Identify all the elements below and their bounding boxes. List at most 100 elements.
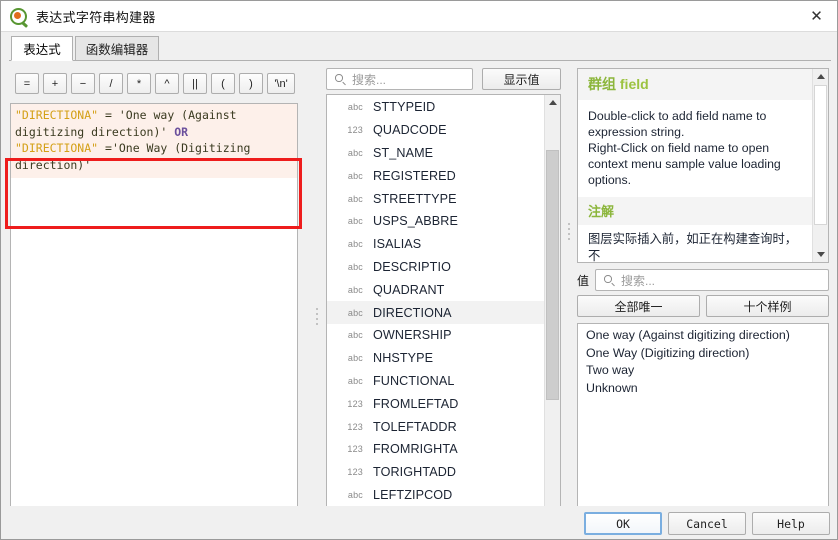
operator-concat-button[interactable]: || bbox=[183, 73, 207, 94]
cancel-button[interactable]: Cancel bbox=[668, 512, 746, 535]
field-type-icon: abc bbox=[347, 489, 363, 500]
help-scrollbar-thumb[interactable] bbox=[814, 85, 827, 225]
tab-bar: 表达式 函数编辑器 bbox=[1, 32, 837, 61]
help-scroll-down-icon[interactable] bbox=[813, 247, 828, 262]
field-type-icon: abc bbox=[347, 284, 363, 295]
help-group-heading-en: field bbox=[619, 76, 649, 92]
field-search-input[interactable]: 搜索... bbox=[326, 68, 473, 90]
value-list-item[interactable]: Two way bbox=[578, 362, 828, 380]
field-name-label: TORIGHTADD bbox=[373, 465, 457, 480]
all-unique-button[interactable]: 全部唯一 bbox=[577, 295, 700, 317]
field-search-placeholder: 搜索... bbox=[352, 72, 387, 87]
field-list-item[interactable]: 123 FROMRIGHTA bbox=[327, 438, 544, 461]
field-name-label: ISALIAS bbox=[373, 237, 422, 252]
values-search-placeholder: 搜索... bbox=[621, 273, 656, 288]
qgis-logo-icon bbox=[10, 7, 29, 28]
right-splitter-handle[interactable] bbox=[566, 201, 572, 261]
field-type-icon: 123 bbox=[347, 467, 363, 478]
operator-power-button[interactable]: ^ bbox=[155, 73, 179, 94]
scroll-up-icon[interactable] bbox=[545, 95, 560, 110]
values-list[interactable]: One way (Against digitizing direction) On… bbox=[577, 323, 829, 515]
help-panel-scrollbar[interactable] bbox=[812, 69, 828, 262]
field-type-icon: abc bbox=[347, 102, 363, 113]
field-list-item[interactable]: abc ISALIAS bbox=[327, 233, 544, 256]
field-name-label: FUNCTIONAL bbox=[373, 373, 455, 388]
field-name-label: OWNERSHIP bbox=[373, 328, 452, 343]
ok-button[interactable]: OK bbox=[584, 512, 662, 535]
show-values-button[interactable]: 显示值 bbox=[482, 68, 561, 90]
operator-minus-button[interactable]: − bbox=[71, 73, 95, 94]
help-scroll-up-icon[interactable] bbox=[813, 69, 828, 84]
values-label: 值 bbox=[577, 273, 590, 288]
field-list-item[interactable]: abc ST_NAME bbox=[327, 142, 544, 165]
field-type-icon: abc bbox=[347, 239, 363, 250]
field-list-item[interactable]: abc STTYPEID bbox=[327, 96, 544, 119]
field-list-item[interactable]: abc DESCRIPTIO bbox=[327, 256, 544, 279]
operator-divide-button[interactable]: / bbox=[99, 73, 123, 94]
field-name-label: ST_NAME bbox=[373, 145, 434, 160]
tab-function-editor[interactable]: 函数编辑器 bbox=[75, 36, 159, 61]
field-name-label: STTYPEID bbox=[373, 100, 436, 115]
expression-token-field: "DIRECTIONA" bbox=[15, 108, 99, 122]
help-note-text: 图层实际插入前，如正在构建查询时，不 bbox=[588, 232, 798, 263]
scrollbar-thumb[interactable] bbox=[546, 150, 559, 400]
left-splitter-handle[interactable] bbox=[314, 101, 320, 531]
field-type-icon: 123 bbox=[347, 398, 363, 409]
field-list-item[interactable]: 123 FROMLEFTAD bbox=[327, 392, 544, 415]
field-name-label: FROMLEFTAD bbox=[373, 396, 459, 411]
tab-expression[interactable]: 表达式 bbox=[11, 36, 73, 61]
field-name-label: NHSTYPE bbox=[373, 351, 434, 366]
help-button[interactable]: Help bbox=[752, 512, 830, 535]
close-icon[interactable]: ✕ bbox=[794, 1, 837, 31]
field-list-item[interactable]: 123 TORIGHTADD bbox=[327, 461, 544, 484]
value-list-item[interactable]: Unknown bbox=[578, 380, 828, 398]
field-list-scrollbar[interactable] bbox=[544, 95, 560, 533]
field-list-item[interactable]: 123 QUADCODE bbox=[327, 119, 544, 142]
field-type-icon: abc bbox=[347, 330, 363, 341]
field-list[interactable]: abc STTYPEID 123 QUADCODE abc ST_NAME abc REGIS… bbox=[327, 95, 544, 533]
field-list-item[interactable]: abc QUADRANT bbox=[327, 278, 544, 301]
operator-multiply-button[interactable]: * bbox=[127, 73, 151, 94]
help-group-heading: 群组 field bbox=[578, 69, 812, 100]
expression-text[interactable]: "DIRECTIONA" = 'One way (Against digitiz… bbox=[11, 104, 297, 178]
field-list-item[interactable]: abc STREETTYPE bbox=[327, 187, 544, 210]
value-list-item[interactable]: One Way (Digitizing direction) bbox=[578, 345, 828, 363]
ten-samples-button[interactable]: 十个样例 bbox=[706, 295, 829, 317]
field-list-item[interactable]: abc REGISTERED bbox=[327, 164, 544, 187]
value-list-item[interactable]: One way (Against digitizing direction) bbox=[578, 327, 828, 345]
field-name-label: STREETTYPE bbox=[373, 191, 457, 206]
expression-token-field: "DIRECTIONA" bbox=[15, 141, 99, 155]
field-list-item[interactable]: 123 TOLEFTADDR bbox=[327, 415, 544, 438]
values-search-input[interactable]: 搜索... bbox=[595, 269, 829, 291]
expression-string-builder-dialog: 表达式字符串构建器 ✕ 表达式 函数编辑器 = + − / * ^ || ( )… bbox=[0, 0, 838, 540]
field-name-label: USPS_ABBRE bbox=[373, 214, 458, 229]
field-name-label: LEFTZIPCOD bbox=[373, 487, 453, 502]
field-list-item[interactable]: abc USPS_ABBRE bbox=[327, 210, 544, 233]
operator-paren-open-button[interactable]: ( bbox=[211, 73, 235, 94]
field-type-icon: abc bbox=[347, 216, 363, 227]
field-type-icon: 123 bbox=[347, 125, 363, 136]
field-name-label: FROMRIGHTA bbox=[373, 442, 458, 457]
operator-paren-close-button[interactable]: ) bbox=[239, 73, 263, 94]
operator-plus-button[interactable]: + bbox=[43, 73, 67, 94]
operator-newline-button[interactable]: '\n' bbox=[267, 73, 295, 94]
field-list-item[interactable]: abc LEFTZIPCOD bbox=[327, 484, 544, 507]
window-title: 表达式字符串构建器 bbox=[36, 9, 156, 25]
field-type-icon: abc bbox=[347, 307, 363, 318]
field-list-item[interactable]: abc FUNCTIONAL bbox=[327, 370, 544, 393]
dialog-footer: https://blog.csdn.net/QGISClass OK Cance… bbox=[1, 506, 837, 539]
help-body-text: Double-click to add field name to expres… bbox=[588, 109, 781, 187]
field-type-icon: abc bbox=[347, 147, 363, 158]
field-type-icon: abc bbox=[347, 193, 363, 204]
field-name-label: REGISTERED bbox=[373, 168, 456, 183]
field-type-icon: abc bbox=[347, 170, 363, 181]
field-list-item[interactable]: abc NHSTYPE bbox=[327, 347, 544, 370]
field-list-panel: abc STTYPEID 123 QUADCODE abc ST_NAME abc REGIS… bbox=[326, 94, 561, 534]
field-list-item[interactable]: abc DIRECTIONA bbox=[327, 301, 544, 324]
field-name-label: QUADCODE bbox=[373, 123, 447, 138]
operator-equals-button[interactable]: = bbox=[15, 73, 39, 94]
expression-text-editor[interactable]: "DIRECTIONA" = 'One way (Against digitiz… bbox=[10, 103, 298, 534]
field-list-item[interactable]: abc OWNERSHIP bbox=[327, 324, 544, 347]
field-type-icon: abc bbox=[347, 375, 363, 386]
help-group-heading-cn: 群组 bbox=[588, 76, 616, 92]
